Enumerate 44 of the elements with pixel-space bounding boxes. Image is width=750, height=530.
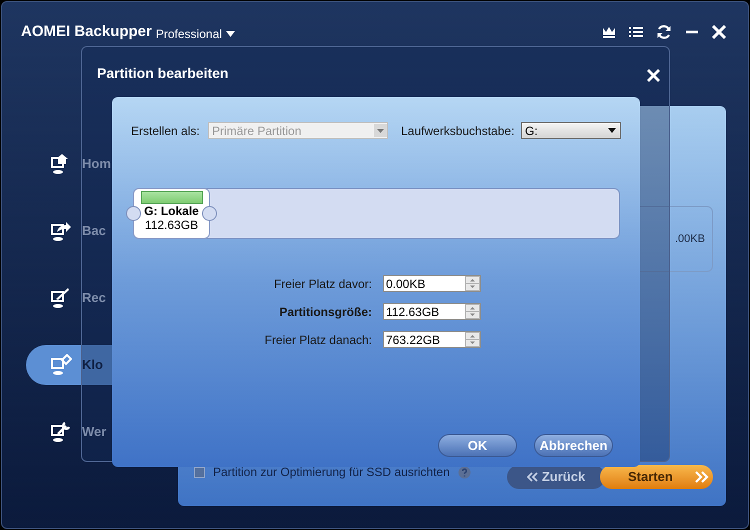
field-label: Laufwerksbuchstabe: bbox=[401, 122, 516, 140]
monitor-diamond-icon bbox=[50, 354, 72, 376]
monitor-pen-icon bbox=[50, 287, 72, 309]
caret-icon bbox=[226, 31, 235, 37]
partition-name: G: Lokale bbox=[144, 204, 199, 219]
spinner-arrows-icon[interactable] bbox=[465, 332, 480, 347]
caret-icon bbox=[374, 124, 387, 137]
app-title: AOMEI Backupper bbox=[21, 22, 152, 42]
sidebar-item[interactable]: Rec bbox=[26, 278, 176, 318]
checkbox-label: Partition zur Optimierung für SSD ausrichten bbox=[213, 464, 450, 481]
chevrons-icon bbox=[694, 471, 709, 483]
spinner-arrows-icon[interactable] bbox=[465, 304, 480, 319]
close-icon[interactable] bbox=[712, 25, 726, 39]
start-button[interactable]: Starten bbox=[600, 465, 713, 489]
spin-field[interactable]: 112.63GB bbox=[383, 303, 481, 320]
dialog-button[interactable]: Abbrechen bbox=[534, 434, 613, 457]
crown-icon[interactable] bbox=[602, 26, 616, 38]
edition-dropdown[interactable]: Professional bbox=[156, 25, 235, 43]
resize-handle[interactable] bbox=[202, 206, 217, 221]
field-label: Freier Platz davor: bbox=[272, 276, 372, 292]
partition-block[interactable]: G: Lokale 112.63GB bbox=[133, 188, 210, 239]
size-text: .00KB bbox=[675, 232, 705, 247]
field-label: Partitionsgröße: bbox=[278, 304, 372, 320]
refresh-icon[interactable] bbox=[656, 24, 672, 40]
close-icon[interactable] bbox=[647, 69, 660, 82]
usage-bar bbox=[140, 191, 202, 204]
partition-size: 112.63GB bbox=[144, 219, 198, 232]
spin-field[interactable]: 0.00KB bbox=[383, 275, 481, 292]
help-icon[interactable] bbox=[458, 466, 471, 478]
checkbox[interactable] bbox=[194, 466, 205, 478]
spinner-arrows-icon[interactable] bbox=[465, 276, 480, 291]
spin-field[interactable]: 763.22GB bbox=[383, 331, 481, 348]
monitor-arrow-icon bbox=[50, 220, 72, 242]
sidebar-item[interactable]: Wer bbox=[26, 412, 176, 452]
sidebar-item[interactable]: Hom bbox=[26, 144, 176, 184]
monitor-wrench-icon bbox=[50, 421, 72, 443]
field-label: Freier Platz danach: bbox=[264, 332, 372, 348]
field-label: Erstellen als: bbox=[131, 122, 201, 140]
menu-icon[interactable] bbox=[629, 26, 643, 38]
dialog-button[interactable]: OK bbox=[438, 434, 517, 457]
dialog-title: Partition bearbeiten bbox=[97, 64, 228, 83]
double-chevron-left-icon bbox=[526, 472, 538, 482]
resize-handle[interactable] bbox=[126, 206, 141, 221]
drive-letter-dropdown[interactable]: G: bbox=[521, 122, 621, 139]
